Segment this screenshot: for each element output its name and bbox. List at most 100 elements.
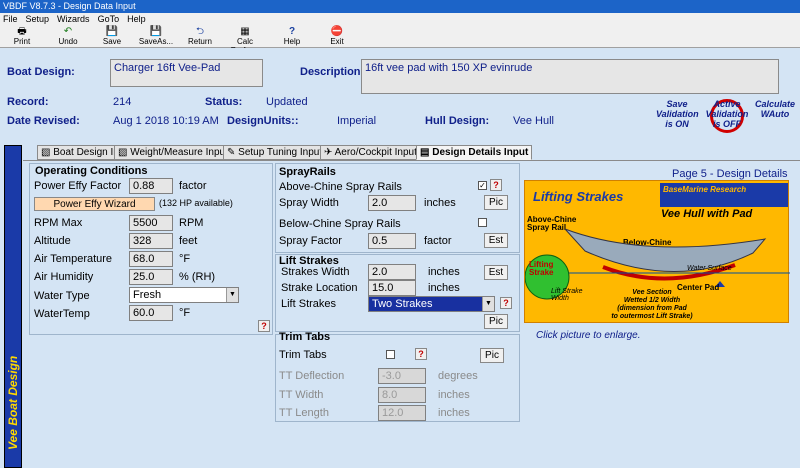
menu-setup[interactable]: Setup xyxy=(26,14,50,24)
strakes-width-input[interactable]: 2.0 xyxy=(368,264,416,280)
menu-wizards[interactable]: Wizards xyxy=(57,14,90,24)
status-label: Status: xyxy=(205,96,243,108)
spray-help-button[interactable]: ? xyxy=(490,179,502,191)
return-label: Return xyxy=(187,37,212,46)
altitude-input[interactable]: 328 xyxy=(129,233,173,249)
exit-button[interactable]: ⛔ Exit xyxy=(324,26,350,48)
air-humidity-input[interactable]: 25.0 xyxy=(129,269,173,285)
above-chine-label: Above-Chine Spray Rails xyxy=(279,181,402,193)
water-temp-input[interactable]: 60.0 xyxy=(129,305,173,321)
page-label: Page 5 - Design Details xyxy=(672,168,788,180)
menu-bar: File Setup Wizards GoTo Help xyxy=(0,13,800,26)
above-chine-checkbox[interactable]: ✓ xyxy=(478,181,487,190)
active-validation-badge[interactable]: Active Validation is OFF xyxy=(704,99,750,129)
calc-perform-button[interactable]: ▦Calc Perform xyxy=(222,26,268,55)
water-type-select[interactable]: Fresh ▼ xyxy=(129,287,239,303)
tab-setup-tuning[interactable]: ✎ Setup Tuning Input xyxy=(223,145,327,160)
air-temperature-label: Air Temperature xyxy=(34,253,113,265)
tt-deflection-label: TT Deflection xyxy=(279,370,345,382)
air-temperature-input[interactable]: 68.0 xyxy=(129,251,173,267)
date-revised-value: Aug 1 2018 10:19 AM xyxy=(113,115,219,127)
help-button[interactable]: ? Help xyxy=(279,26,305,48)
trim-pic-button[interactable]: Pic xyxy=(480,348,504,363)
tab-aero-cockpit[interactable]: ✈ Aero/Cockpit Input xyxy=(320,145,421,160)
trim-tabs-checkbox[interactable] xyxy=(386,350,395,359)
tab-aero-cockpit-label: Aero/Cockpit Input xyxy=(334,147,417,158)
spray-pic-button[interactable]: Pic xyxy=(484,195,508,210)
picture-caption: Click picture to enlarge. xyxy=(536,330,641,341)
print-button[interactable]: 🖶 Print xyxy=(8,26,36,48)
lift-est-button[interactable]: Est xyxy=(484,265,508,280)
spray-width-label: Spray Width xyxy=(279,197,339,209)
window-title: VBDF V8.7.3 - Design Data Input xyxy=(0,0,800,13)
save-validation-badge[interactable]: Save Validation is ON xyxy=(656,99,699,129)
power-effy-label: Power Effy Factor xyxy=(34,180,122,192)
altitude-label: Altitude xyxy=(34,235,71,247)
calculator-icon: ▦ xyxy=(240,26,250,37)
spray-est-button[interactable]: Est xyxy=(484,233,508,248)
tab-design-details[interactable]: ▤ Design Details Input xyxy=(416,145,533,160)
tt-width-label: TT Width xyxy=(279,389,324,401)
menu-file[interactable]: File xyxy=(3,14,18,24)
strakes-width-label: Strakes Width xyxy=(281,266,350,278)
sprayrails-title: SprayRails xyxy=(279,166,336,178)
lift-strakes-select[interactable]: Two Strakes ▼ xyxy=(368,296,495,312)
lifting-strakes-picture[interactable]: Lifting Strakes BaseMarine Research Vee … xyxy=(524,180,790,323)
water-type-label: Water Type xyxy=(34,290,90,302)
rpm-max-input[interactable]: 5500 xyxy=(129,215,173,231)
spray-factor-unit: factor xyxy=(424,235,452,247)
tab-weight-measure[interactable]: ▧ Weight/Measure Input xyxy=(114,145,232,160)
below-chine-label: Below-Chine Spray Rails xyxy=(279,218,401,230)
tt-width-input[interactable]: 8.0 xyxy=(378,387,426,403)
power-effy-input[interactable]: 0.88 xyxy=(129,178,173,194)
tab-setup-tuning-label: Setup Tuning Input xyxy=(238,147,323,158)
picture-water-label: Water Surface xyxy=(687,265,732,272)
spray-factor-input[interactable]: 0.5 xyxy=(368,233,416,249)
lift-help-button[interactable]: ? xyxy=(500,297,512,309)
printer-icon: 🖶 xyxy=(17,26,27,37)
chevron-down-icon: ▼ xyxy=(482,297,494,311)
operating-conditions-title: Operating Conditions xyxy=(35,165,148,177)
tt-length-label: TT Length xyxy=(279,407,329,419)
below-chine-checkbox[interactable] xyxy=(478,218,487,227)
air-humidity-label: Air Humidity xyxy=(34,271,94,283)
calculate-wauto-badge[interactable]: Calculate WAuto xyxy=(752,99,798,119)
undo-label: Undo xyxy=(58,37,78,46)
menu-goto[interactable]: GoTo xyxy=(98,14,120,24)
return-button[interactable]: ⮌ Return xyxy=(186,26,214,48)
save-button[interactable]: 💾 Save xyxy=(98,26,126,48)
side-title: Vee Boat Design xyxy=(6,355,20,450)
description-field[interactable]: 16ft vee pad with 150 XP evinrude xyxy=(361,59,779,94)
undo-icon: ↶ xyxy=(63,26,73,37)
boat-design-field[interactable]: Charger 16ft Vee-Pad xyxy=(110,59,263,87)
operating-help-button[interactable]: ? xyxy=(258,320,270,332)
lift-pic-button[interactable]: Pic xyxy=(484,314,508,329)
date-revised-label: Date Revised: xyxy=(7,115,80,127)
save-as-button[interactable]: 💾 SaveAs... xyxy=(138,26,174,48)
hp-available-text: (132 HP available) xyxy=(159,198,233,208)
trim-tabs-title: Trim Tabs xyxy=(279,331,331,343)
power-effy-wizard-button[interactable]: Power Effy Wizard xyxy=(34,197,155,211)
exit-label: Exit xyxy=(330,37,344,46)
tt-length-input[interactable]: 12.0 xyxy=(378,405,426,421)
save-as-label: SaveAs... xyxy=(138,37,174,46)
trim-help-button[interactable]: ? xyxy=(415,348,427,360)
undo-button[interactable]: ↶ Undo xyxy=(54,26,82,48)
spray-factor-label: Spray Factor xyxy=(279,235,342,247)
hull-design-value: Vee Hull xyxy=(513,115,554,127)
tt-deflection-input[interactable]: -3.0 xyxy=(378,368,426,384)
record-value: 214 xyxy=(113,96,132,108)
lift-strakes-label: Lift Strakes xyxy=(281,298,337,310)
picture-lifting-strake-label: Lifting Strake xyxy=(529,260,554,277)
hull-design-label: Hull Design: xyxy=(425,115,490,127)
menu-help[interactable]: Help xyxy=(127,14,146,24)
strake-location-unit: inches xyxy=(428,282,460,294)
print-label: Print xyxy=(13,37,31,46)
strake-location-label: Strake Location xyxy=(281,282,358,294)
strakes-width-unit: inches xyxy=(428,266,460,278)
strake-location-input[interactable]: 15.0 xyxy=(368,280,416,296)
rpm-max-label: RPM Max xyxy=(34,217,83,229)
picture-strake-width-label: Lift Strake Width xyxy=(551,288,583,302)
spray-width-input[interactable]: 2.0 xyxy=(368,195,416,211)
tab-weight-measure-label: Weight/Measure Input xyxy=(130,147,228,158)
